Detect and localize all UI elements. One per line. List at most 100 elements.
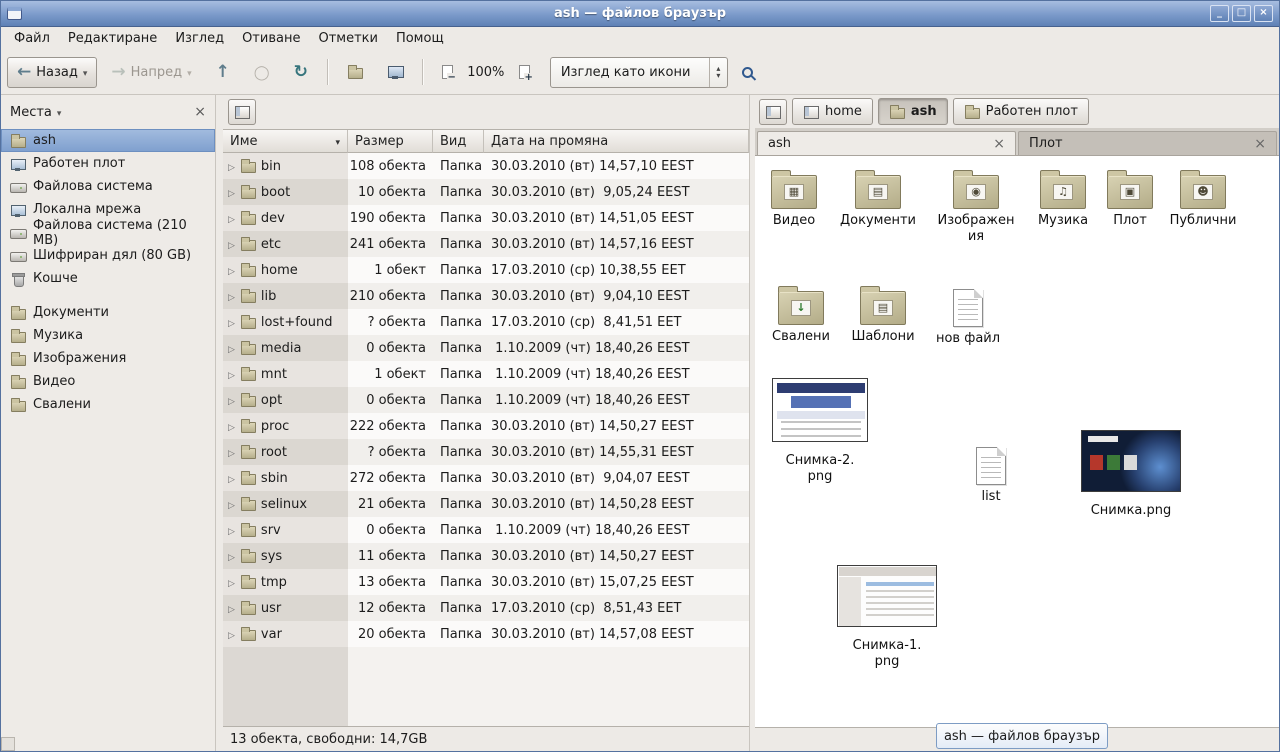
icon-view-item[interactable]: ▦ Видео	[755, 168, 834, 229]
table-row[interactable]: mnt 1 обект Папка 1.10.2009 (чт) 18,40,2…	[223, 361, 749, 387]
view-mode-spinner-icon[interactable]	[709, 58, 727, 87]
icon-view-item[interactable]: ☻ Публични	[1163, 168, 1243, 229]
forward-button[interactable]: Напред	[101, 57, 201, 88]
expander-icon[interactable]	[228, 237, 235, 252]
expander-icon[interactable]	[228, 393, 235, 408]
table-row[interactable]: home 1 обект Папка 17.03.2010 (ср) 10,38…	[223, 257, 749, 283]
table-row[interactable]: root ? обекта Папка 30.03.2010 (вт) 14,5…	[223, 439, 749, 465]
sidebar-item[interactable]: Файлова система (210 MB)	[1, 221, 215, 244]
expander-icon[interactable]	[228, 341, 235, 356]
table-row[interactable]: var 20 обекта Папка 30.03.2010 (вт) 14,5…	[223, 621, 749, 647]
expander-icon[interactable]	[228, 159, 235, 174]
table-row[interactable]: etc 241 обекта Папка 30.03.2010 (вт) 14,…	[223, 231, 749, 257]
menu-item[interactable]: Файл	[5, 28, 59, 49]
menu-item[interactable]: Редактиране	[59, 28, 166, 49]
stop-button[interactable]	[244, 57, 280, 88]
sidebar-item[interactable]: Изображения	[1, 347, 215, 370]
titlebar[interactable]: ash — файлов браузър	[1, 1, 1279, 27]
table-row[interactable]: tmp 13 обекта Папка 30.03.2010 (вт) 15,0…	[223, 569, 749, 595]
expander-icon[interactable]	[228, 211, 235, 226]
expander-icon[interactable]	[228, 185, 235, 200]
places-selector-chevron-icon[interactable]	[57, 105, 62, 120]
icon-view-item[interactable]: ↓ Свалени	[761, 284, 841, 345]
expander-icon[interactable]	[228, 367, 235, 382]
reload-button[interactable]	[284, 57, 318, 88]
sidebar-item[interactable]: Музика	[1, 324, 215, 347]
tab[interactable]: Плот	[1018, 131, 1277, 155]
sidebar-item[interactable]: Свалени	[1, 393, 215, 416]
table-row[interactable]: lib 210 обекта Папка 30.03.2010 (вт) 9,0…	[223, 283, 749, 309]
computer-button[interactable]	[377, 57, 413, 88]
left-pane-location-button[interactable]	[228, 99, 256, 125]
column-header[interactable]: Размер	[348, 130, 433, 153]
maximize-button[interactable]	[1232, 5, 1251, 22]
table-row[interactable]: media 0 обекта Папка 1.10.2009 (чт) 18,4…	[223, 335, 749, 361]
expander-icon[interactable]	[228, 601, 235, 616]
expander-icon[interactable]	[228, 627, 235, 642]
resize-grip[interactable]	[1, 737, 15, 751]
search-button[interactable]	[732, 57, 763, 88]
expander-icon[interactable]	[228, 575, 235, 590]
expander-icon[interactable]	[228, 445, 235, 460]
expander-icon[interactable]	[228, 315, 235, 330]
sidebar-item[interactable]: Файлова система	[1, 175, 215, 198]
icon-view-item[interactable]: Снимка-2. png	[770, 378, 870, 485]
close-button[interactable]	[1254, 5, 1273, 22]
table-row[interactable]: srv 0 обекта Папка 1.10.2009 (чт) 18,40,…	[223, 517, 749, 543]
sidebar-item[interactable]: Видео	[1, 370, 215, 393]
icon-view-item[interactable]: Снимка.png	[1081, 430, 1181, 519]
column-header[interactable]: Вид	[433, 130, 484, 153]
expander-icon[interactable]	[228, 549, 235, 564]
up-button[interactable]	[206, 57, 240, 88]
tab-close-icon[interactable]	[1254, 136, 1266, 152]
taskbar-window-button[interactable]: ash — файлов браузър	[936, 723, 1108, 749]
table-row[interactable]: bin 108 обекта Папка 30.03.2010 (вт) 14,…	[223, 153, 749, 179]
icon-view-item[interactable]: Снимка-1. png	[837, 565, 937, 670]
expander-icon[interactable]	[228, 263, 235, 278]
tab[interactable]: ash	[757, 131, 1016, 155]
tree-list-view[interactable]: Име Размер Вид Дата на промяна	[223, 129, 749, 727]
icon-view-item[interactable]: ▤ Шаблони	[843, 284, 923, 345]
sidebar-item[interactable]: Документи	[1, 301, 215, 324]
back-button[interactable]: Назад	[7, 57, 97, 88]
sidebar-item[interactable]: ash	[1, 129, 215, 152]
expander-icon[interactable]	[228, 419, 235, 434]
menu-item[interactable]: Отиване	[233, 28, 309, 49]
zoom-out-button[interactable]	[432, 57, 463, 88]
expander-icon[interactable]	[228, 471, 235, 486]
sidebar-pane-divider[interactable]	[216, 95, 223, 751]
places-close-icon[interactable]	[194, 104, 206, 120]
home-button[interactable]	[337, 57, 373, 88]
sidebar-item[interactable]: Работен плот	[1, 152, 215, 175]
table-row[interactable]: proc 222 обекта Папка 30.03.2010 (вт) 14…	[223, 413, 749, 439]
expander-icon[interactable]	[228, 289, 235, 304]
icon-view[interactable]: ▦ Видео ▤ Документи ◉ Изображен ия ♫ Муз…	[755, 156, 1279, 727]
column-header[interactable]: Име	[223, 130, 348, 153]
icon-view-item[interactable]: ▤ Документи	[838, 168, 918, 229]
tab-close-icon[interactable]	[993, 136, 1005, 152]
minimize-button[interactable]	[1210, 5, 1229, 22]
icon-view-item[interactable]: ▣ Плот	[1090, 168, 1170, 229]
zoom-in-button[interactable]	[509, 57, 540, 88]
menu-item[interactable]: Изглед	[166, 28, 233, 49]
icon-view-item[interactable]: list	[951, 444, 1031, 505]
table-row[interactable]: opt 0 обекта Папка 1.10.2009 (чт) 18,40,…	[223, 387, 749, 413]
table-row[interactable]: sys 11 обекта Папка 30.03.2010 (вт) 14,5…	[223, 543, 749, 569]
pathbar-button[interactable]: ash	[878, 98, 948, 125]
column-header[interactable]: Дата на промяна	[484, 130, 749, 153]
pathbar-button[interactable]: home	[792, 98, 873, 125]
view-mode-select[interactable]: Изглед като икони	[550, 57, 728, 88]
table-row[interactable]: usr 12 обекта Папка 17.03.2010 (ср) 8,51…	[223, 595, 749, 621]
expander-icon[interactable]	[228, 523, 235, 538]
expander-icon[interactable]	[228, 497, 235, 512]
icon-view-item[interactable]: нов файл	[928, 286, 1008, 347]
pathbar-button[interactable]: Работен плот	[953, 98, 1089, 125]
table-row[interactable]: lost+found ? обекта Папка 17.03.2010 (ср…	[223, 309, 749, 335]
table-row[interactable]: sbin 272 обекта Папка 30.03.2010 (вт) 9,…	[223, 465, 749, 491]
sidebar-item[interactable]: Шифриран дял (80 GB)	[1, 244, 215, 267]
table-row[interactable]: dev 190 обекта Папка 30.03.2010 (вт) 14,…	[223, 205, 749, 231]
menu-item[interactable]: Помощ	[387, 28, 453, 49]
icon-view-item[interactable]: ◉ Изображен ия	[936, 168, 1016, 245]
right-pane-location-button[interactable]	[759, 99, 787, 125]
menu-item[interactable]: Отметки	[309, 28, 386, 49]
